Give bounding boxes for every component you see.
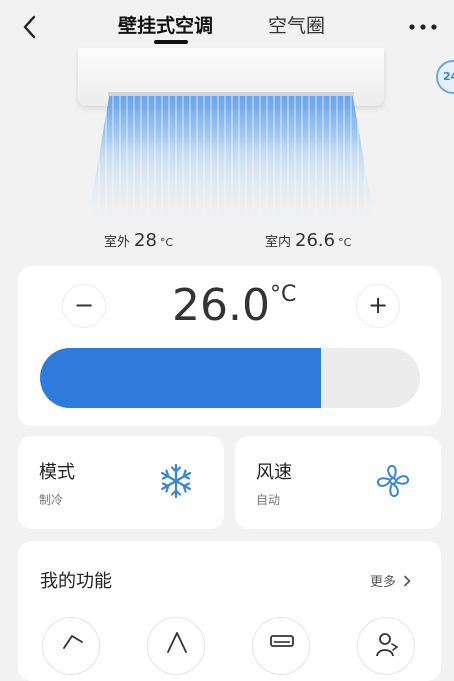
ac-unit-icon — [270, 635, 294, 647]
indoor-temperature: 室内 26.6 °C — [265, 230, 351, 254]
my-functions-card: 我的功能 更多 — [18, 541, 441, 681]
outdoor-unit: °C — [159, 236, 174, 249]
temperature-control-card: − 26.0°C + — [18, 266, 441, 426]
fan-icon — [376, 464, 410, 498]
increase-temperature-button[interactable]: + — [356, 284, 400, 328]
more-functions-link[interactable]: 更多 — [370, 571, 412, 590]
swing-icon — [63, 634, 83, 649]
my-functions-title: 我的功能 — [40, 571, 112, 592]
airflow-graphic — [86, 96, 376, 231]
ac-illustration — [0, 48, 454, 231]
person-sensing-function-button[interactable] — [357, 617, 415, 675]
chevron-left-icon[interactable] — [16, 12, 46, 42]
person-icon — [376, 633, 399, 657]
airflow-function-button[interactable] — [147, 617, 205, 675]
indoor-unit: °C — [338, 236, 352, 249]
outdoor-temperature: 室外 28 °C — [104, 230, 173, 254]
snowflake-icon — [160, 463, 192, 499]
more-functions-label: 更多 — [370, 575, 397, 590]
triangle-airflow-icon — [167, 632, 187, 653]
more-horizontal-icon[interactable] — [405, 12, 441, 42]
chevron-right-icon — [404, 575, 411, 587]
ac-vent — [108, 92, 354, 96]
tab-wall-ac[interactable]: 壁挂式空调 — [118, 14, 213, 38]
display-function-button[interactable] — [252, 617, 310, 675]
fan-speed-title: 风速 — [256, 462, 292, 483]
tab-air-circle[interactable]: 空气圈 — [268, 14, 325, 38]
setpoint-display: 26.0°C — [172, 278, 296, 334]
active-tab-indicator — [154, 40, 188, 44]
swing-function-button[interactable] — [42, 617, 100, 675]
decrease-temperature-button[interactable]: − — [62, 284, 106, 328]
fan-speed-card[interactable]: 风速 自动 — [235, 436, 441, 529]
mode-title: 模式 — [39, 462, 75, 483]
temperature-slider[interactable] — [40, 348, 420, 408]
header: 壁挂式空调 空气圈 — [0, 0, 454, 52]
fan-speed-value: 自动 — [256, 493, 281, 507]
outdoor-value: 28 — [134, 230, 157, 251]
mode-card[interactable]: 模式 制冷 — [18, 436, 224, 529]
setpoint-unit: °C — [269, 282, 297, 307]
mode-value: 制冷 — [39, 493, 64, 507]
indoor-label: 室内 — [265, 235, 292, 250]
indoor-value: 26.6 — [295, 230, 336, 251]
temperature-slider-fill — [40, 348, 322, 408]
setpoint-value: 26.0 — [172, 280, 270, 331]
outdoor-label: 室外 — [104, 235, 131, 250]
